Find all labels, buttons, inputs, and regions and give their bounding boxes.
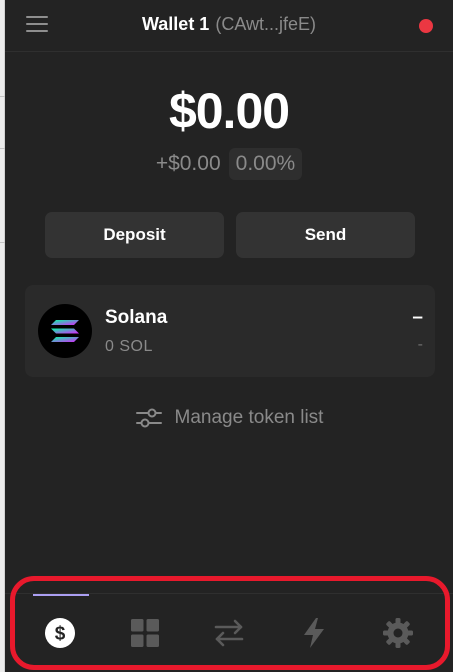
nav-tab-tokens[interactable]: $ [44,617,76,649]
nav-tab-swap[interactable] [213,617,245,649]
nav-tab-settings[interactable] [382,617,414,649]
token-amount: 0 SOL [105,338,153,355]
manage-token-list-button[interactable]: Manage token list [5,406,453,430]
balance-change: +$0.00 0.00% [5,148,453,180]
balance-change-percent: 0.00% [228,148,303,180]
swap-arrows-icon [214,619,244,647]
gear-icon [383,618,413,648]
grid-icon [131,619,159,647]
manage-token-list-label: Manage token list [174,407,324,428]
token-change: - [417,336,423,353]
nav-tab-activity[interactable] [298,617,330,649]
deposit-button[interactable]: Deposit [45,212,224,258]
wallet-address: (CAwt...jfeE) [215,14,317,34]
balance-change-value: +$0.00 [155,152,221,175]
nav-tab-collectibles[interactable] [129,617,161,649]
wallet-selector[interactable]: Wallet 1 (CAwt...jfeE) [5,14,453,35]
token-row-solana[interactable]: Solana 0 SOL – - [25,285,435,377]
wallet-app: Wallet 1 (CAwt...jfeE) $0.00 +$0.00 0.00%… [5,0,453,672]
token-value: – [412,307,423,328]
connection-status-dot[interactable] [419,19,433,33]
token-name: Solana [105,307,168,328]
svg-text:$: $ [55,624,66,645]
sliders-icon [135,408,162,428]
bottom-nav: $ [5,593,453,672]
wallet-name: Wallet 1 [141,14,210,34]
dollar-circle-icon: $ [45,618,75,648]
total-balance: $0.00 [168,83,290,139]
header: Wallet 1 (CAwt...jfeE) [5,0,453,52]
active-tab-indicator [33,594,89,596]
send-button[interactable]: Send [236,212,415,258]
solana-logo-icon [38,304,92,358]
lightning-icon [304,618,324,648]
